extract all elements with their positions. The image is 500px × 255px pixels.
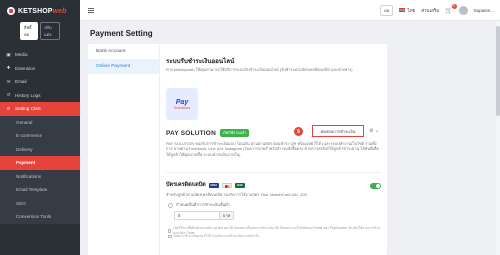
- minimum-amount-option[interactable]: กำหนดขั้นต่ำการชำระเงินขั้นต่ำ: [168, 202, 230, 208]
- test-payment-button[interactable]: ทดสอบการชำระเงิน: [312, 125, 364, 137]
- visa-icon: VISA: [208, 182, 219, 188]
- sidebar-subitem-general[interactable]: General: [0, 116, 80, 130]
- divider: [166, 172, 381, 173]
- sidebar-item-label: Extension: [15, 65, 36, 71]
- section-title: ระบบรับชำระเงินออนไลน์: [166, 58, 235, 65]
- checkbox[interactable]: [168, 234, 172, 239]
- scrollbar-thumb[interactable]: [496, 26, 500, 116]
- sidebar-subitem-email-template[interactable]: Email Template: [0, 183, 80, 197]
- sidebar-subitem-payment[interactable]: Payment: [0, 156, 80, 170]
- language-label: ไทย: [407, 7, 416, 13]
- mode-button-discount[interactable]: สิทธิ์ลด: [20, 22, 39, 40]
- topbar-button[interactable]: ดด: [380, 4, 394, 16]
- step-number-marker: 5: [294, 127, 303, 136]
- tab-bank-account[interactable]: Bank Account: [88, 44, 159, 59]
- sidebar-item-label: Setting CMS: [15, 106, 41, 112]
- provider-header: PAY SOLUTION เปิดใช้งานแล้ว: [166, 129, 250, 137]
- image-icon: ▣: [6, 51, 11, 57]
- page-title: Payment Setting: [90, 29, 153, 38]
- sidebar-item-email[interactable]: ✉ Email: [0, 75, 80, 89]
- credit-card-toggle[interactable]: [370, 183, 381, 189]
- provider-name: PAY SOLUTION: [166, 129, 216, 137]
- radio-label: กำหนดขั้นต่ำการชำระเงินขั้นต่ำ: [176, 202, 230, 207]
- logo-sub-text: Solutions: [173, 104, 191, 110]
- history-icon: ↺: [6, 92, 11, 98]
- provider-description: PAY SOLUTION ของรับการชำระเงินแบบ โอนเงิ…: [166, 141, 379, 157]
- settings-gear-icon[interactable]: ⚙ ⌄: [369, 128, 379, 134]
- online-payment-panel: ระบบรับชำระเงินออนไลน์ ทาง ketshopweb ให…: [166, 44, 384, 255]
- mode-switch: สิทธิ์ลด ปรับแต่ง: [0, 18, 80, 44]
- sidebar-submenu: General E-commerce Delivery Payment Noti…: [0, 115, 80, 224]
- sidebar-item-label: Media: [15, 52, 28, 58]
- sidebar-item-history-logs[interactable]: ↺ History Logs: [0, 89, 80, 103]
- sidebar-item-label: History Logs: [15, 92, 41, 98]
- logo-icon: [7, 7, 15, 15]
- note-pos[interactable]: เปิดการชำระเงินผ่าน POS ร่วมกับระบบชำระเ…: [168, 234, 259, 239]
- checkbox[interactable]: [168, 229, 172, 233]
- sidebar-item-label: Email: [15, 79, 27, 85]
- status-badge: เปิดใช้งานแล้ว: [219, 129, 250, 137]
- gear-icon: ⚙: [6, 105, 11, 111]
- sidebar-subitem-conversion-tools[interactable]: Conversion Tools: [0, 210, 80, 224]
- addons-dropdown[interactable]: ส่วนเสริม: [421, 7, 439, 14]
- language-selector[interactable]: ไทย: [399, 7, 415, 14]
- mode-button-customize[interactable]: ปรับแต่ง: [40, 22, 60, 40]
- sidebar-nav: ▣ Media ✚ Extension ✉ Email ↺ History Lo…: [0, 48, 80, 224]
- radio-button[interactable]: [168, 202, 173, 208]
- payment-tabs: Bank Account Online Payment: [88, 44, 160, 255]
- note-text: เปิดการชำระเงินผ่าน POS ร่วมกับระบบชำระเ…: [173, 234, 260, 238]
- minimum-amount-input[interactable]: 0 บาท: [174, 211, 234, 220]
- sidebar-subitem-delivery[interactable]: Delivery: [0, 143, 80, 157]
- user-name[interactable]: Supasm...: [474, 8, 494, 13]
- section-description: ทาง ketshopweb ให้คุณสามารถใช้บริการระบบ…: [166, 67, 353, 72]
- tab-online-payment[interactable]: Online Payment: [88, 59, 159, 74]
- payment-settings-card: Bank Account Online Payment ระบบรับชำระเ…: [88, 44, 387, 255]
- sidebar: KETSHOPweb สิทธิ์ลด ปรับแต่ง ▣ Media ✚ E…: [0, 0, 80, 255]
- sidebar-subitem-notifications[interactable]: Notifications: [0, 170, 80, 184]
- sidebar-item-media[interactable]: ▣ Media: [0, 48, 80, 62]
- thai-flag-icon: [399, 8, 406, 12]
- avatar[interactable]: [458, 5, 468, 15]
- amount-unit: บาท: [219, 212, 233, 219]
- mail-icon: ✉: [6, 78, 11, 84]
- top-bar: ดด ไทย ส่วนเสริม 🛒 0 Supasm...: [80, 0, 500, 21]
- pay-solutions-logo: Pay Solutions: [166, 88, 198, 120]
- credit-card-description: สำหรับลูกค้าผ่านบัตรเครดิต/เดบิต รองรับก…: [166, 192, 307, 197]
- logo-text: KETSHOP: [18, 7, 53, 15]
- sidebar-subitem-seo[interactable]: SEO: [0, 197, 80, 211]
- menu-toggle-icon[interactable]: [88, 7, 94, 13]
- logo[interactable]: KETSHOPweb: [0, 0, 80, 18]
- sidebar-item-setting-cms[interactable]: ⚙ Setting CMS: [0, 102, 80, 116]
- sidebar-item-extension[interactable]: ✚ Extension: [0, 62, 80, 76]
- cart-icon[interactable]: 🛒 0: [445, 3, 457, 14]
- mastercard-icon: [221, 182, 232, 188]
- cart-count-badge: 0: [451, 3, 457, 9]
- logo-suffix: web: [52, 7, 67, 15]
- jcb-icon: JCB: [234, 182, 245, 188]
- sidebar-subitem-ecommerce[interactable]: E-commerce: [0, 129, 80, 143]
- puzzle-icon: ✚: [6, 65, 11, 71]
- top-bar-actions: ดด ไทย ส่วนเสริม 🛒 0 Supasm...: [380, 3, 500, 16]
- credit-card-section-title: บัตรเครดิต/เดบิต VISA JCB: [166, 181, 245, 189]
- amount-value[interactable]: 0: [175, 213, 219, 218]
- credit-card-title: บัตรเครดิต/เดบิต: [166, 182, 206, 188]
